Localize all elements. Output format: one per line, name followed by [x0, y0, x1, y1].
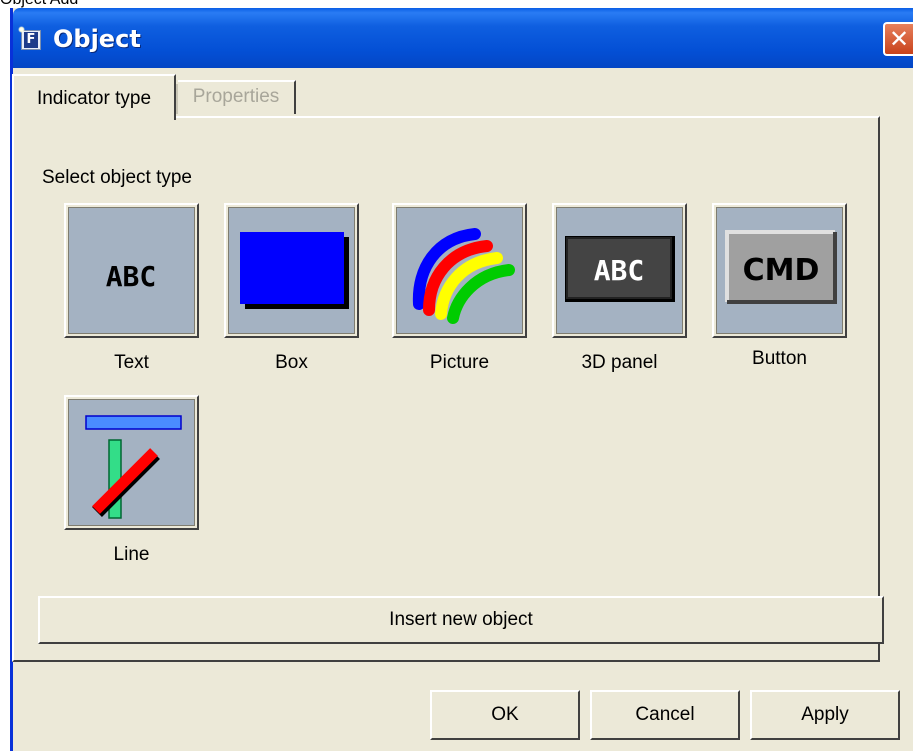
object-type-3d-panel-label: 3D panel: [581, 352, 658, 373]
cancel-label: Cancel: [635, 704, 695, 725]
tab-properties[interactable]: Properties: [176, 80, 296, 114]
object-type-picture-label: Picture: [429, 352, 490, 373]
title-bar[interactable]: F Object ✕: [13, 8, 913, 68]
ok-button[interactable]: OK: [430, 690, 580, 740]
insert-new-object-button[interactable]: Insert new object: [38, 596, 884, 644]
line-icon: [85, 415, 182, 519]
object-type-box-button[interactable]: [224, 203, 359, 338]
object-type-line-button[interactable]: [64, 395, 199, 530]
command-button-icon: CMD: [725, 230, 837, 304]
close-button[interactable]: ✕: [883, 22, 913, 56]
window-title: Object: [53, 25, 141, 53]
apply-button[interactable]: Apply: [750, 690, 900, 740]
insert-new-object-label: Insert new object: [389, 609, 533, 630]
cancel-button[interactable]: Cancel: [590, 690, 740, 740]
text-abc-glyph: ABC: [106, 260, 157, 293]
select-object-type-label: Select object type: [42, 167, 192, 188]
text-abc-icon: ABC: [106, 260, 157, 293]
close-icon: ✕: [888, 25, 910, 53]
object-type-text-button[interactable]: ABC: [64, 203, 199, 338]
app-icon: F: [18, 26, 41, 50]
picture-rainbow-icon: [412, 228, 515, 324]
object-type-button-button[interactable]: CMD: [712, 203, 847, 338]
apply-label: Apply: [801, 704, 849, 725]
tab-indicator-type[interactable]: Indicator type: [12, 74, 176, 120]
3d-panel-icon: ABC: [565, 236, 675, 302]
tab-panel: [12, 116, 880, 662]
3d-panel-abc-glyph: ABC: [594, 254, 645, 287]
object-type-3d-panel-button[interactable]: ABC: [552, 203, 687, 338]
object-type-button-label: Button: [752, 348, 807, 369]
ok-label: OK: [491, 704, 519, 725]
object-type-box-label: Box: [275, 352, 308, 373]
object-type-line-label: Line: [113, 544, 150, 565]
cmd-glyph: CMD: [743, 253, 820, 288]
box-icon: [240, 232, 349, 309]
object-type-text-label: Text: [114, 352, 149, 373]
object-type-picture-button[interactable]: [392, 203, 527, 338]
page-caption: Object Add: [0, 0, 78, 8]
